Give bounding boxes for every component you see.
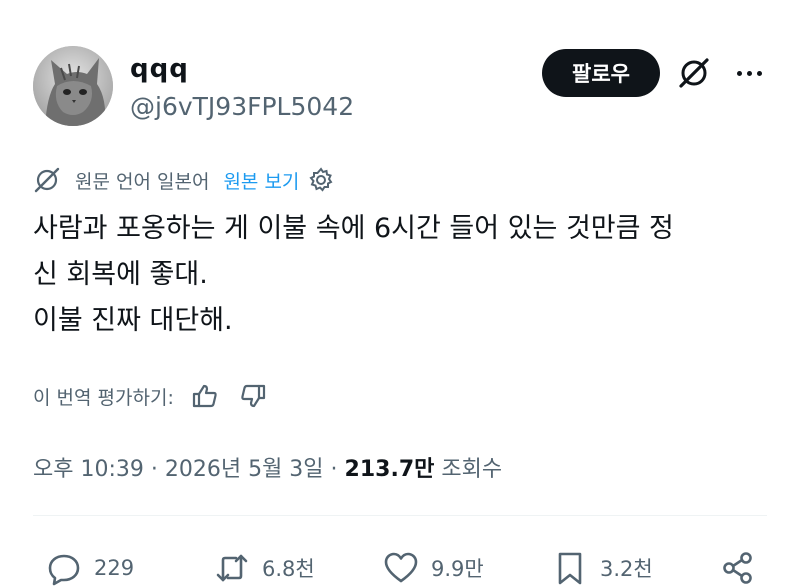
reply-count: 229: [94, 556, 135, 580]
bookmark-icon: [558, 552, 582, 585]
divider: [33, 515, 767, 516]
tweet-line: 이불 진짜 대단해.: [33, 305, 233, 336]
rate-translation: 이 번역 평가하기:: [33, 378, 268, 414]
follow-button[interactable]: 팔로우: [542, 49, 660, 97]
thumbs-down-icon[interactable]: [238, 381, 268, 411]
tweet-date[interactable]: 2026년 5월 3일: [165, 457, 324, 482]
views-count: 213.7만: [344, 457, 435, 482]
repost-icon: [216, 554, 248, 582]
reply-button[interactable]: 229: [46, 550, 134, 586]
repost-button[interactable]: 6.8천: [214, 550, 315, 586]
meta-separator: ·: [323, 457, 345, 482]
translation-info: 원문 언어 일본어 원본 보기: [33, 163, 335, 197]
meta-separator: ·: [143, 457, 165, 482]
avatar[interactable]: [33, 46, 113, 126]
tweet-text: 사람과 포옹하는 게 이불 속에 6시간 들어 있는 것만큼 정 신 회복에 좋…: [33, 206, 773, 344]
share-icon: [723, 552, 752, 584]
tweet-meta: 오후 10:39 · 2026년 5월 3일 · 213.7만 조회수: [33, 451, 502, 483]
views-label: 조회수: [441, 457, 503, 482]
thumbs-up-icon[interactable]: [190, 381, 220, 411]
bookmark-count: 3.2천: [600, 557, 653, 581]
source-language: 원문 언어 일본어: [75, 170, 210, 193]
grok-icon[interactable]: [676, 55, 712, 91]
reply-icon: [48, 554, 80, 586]
heart-icon: [384, 552, 418, 583]
display-name[interactable]: qqq: [130, 54, 189, 84]
repost-count: 6.8천: [262, 557, 315, 581]
tweet-line: 신 회복에 좋대.: [33, 259, 208, 290]
like-count: 9.9만: [431, 557, 484, 581]
like-button[interactable]: 9.9만: [383, 550, 484, 586]
globe-icon: [34, 167, 60, 193]
tweet-line: 사람과 포옹하는 게 이불 속에 6시간 들어 있는 것만큼 정: [33, 213, 674, 244]
user-handle[interactable]: @j6vTJ93FPL5042: [130, 92, 354, 121]
more-dots-icon[interactable]: [731, 55, 767, 91]
share-button[interactable]: [720, 550, 756, 586]
bookmark-button[interactable]: 3.2천: [552, 550, 653, 586]
rate-translation-label: 이 번역 평가하기:: [33, 386, 174, 409]
gear-icon[interactable]: [307, 166, 335, 194]
tweet-time[interactable]: 오후 10:39: [33, 457, 144, 482]
show-original-link[interactable]: 원본 보기: [223, 167, 299, 194]
cat-avatar: [33, 46, 113, 126]
